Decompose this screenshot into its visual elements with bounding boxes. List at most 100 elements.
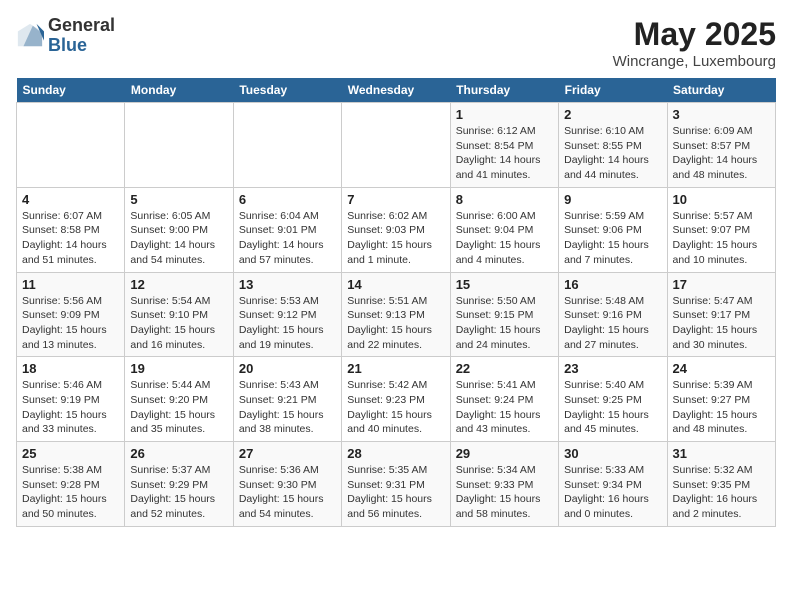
month-title: May 2025 [613, 16, 776, 53]
logo-general: General [48, 16, 115, 36]
day-info: Sunrise: 5:56 AM Sunset: 9:09 PM Dayligh… [22, 294, 119, 353]
calendar-table: SundayMondayTuesdayWednesdayThursdayFrid… [16, 78, 776, 527]
week-row-3: 11Sunrise: 5:56 AM Sunset: 9:09 PM Dayli… [17, 272, 776, 357]
day-cell: 19 Sunrise: 5:44 AM Sunset: 9:20 PM Dayli… [125, 357, 233, 442]
day-info: Sunrise: 6:12 AM Sunset: 8:54 PM Dayligh… [456, 124, 553, 183]
day-number: 17 [673, 277, 770, 292]
day-info: Sunrise: 5:43 AM Sunset: 9:21 PM Dayligh… [239, 378, 336, 437]
day-cell: 22 Sunrise: 5:41 AM Sunset: 9:24 PM Dayli… [450, 357, 558, 442]
header-thursday: Thursday [450, 78, 558, 103]
day-info: Sunrise: 5:51 AM Sunset: 9:13 PM Dayligh… [347, 294, 444, 353]
day-cell: 14 Sunrise: 5:51 AM Sunset: 9:13 PM Dayli… [342, 272, 450, 357]
day-number: 6 [239, 192, 336, 207]
week-row-2: 4Sunrise: 6:07 AM Sunset: 8:58 PM Daylig… [17, 187, 776, 272]
day-number: 8 [456, 192, 553, 207]
day-number: 23 [564, 361, 661, 376]
day-number: 31 [673, 446, 770, 461]
day-number: 24 [673, 361, 770, 376]
day-info: Sunrise: 5:32 AM Sunset: 9:35 PM Dayligh… [673, 463, 770, 522]
location: Wincrange, Luxembourg [613, 53, 776, 70]
day-number: 5 [130, 192, 227, 207]
day-number: 19 [130, 361, 227, 376]
day-cell: 2 Sunrise: 6:10 AM Sunset: 8:55 PM Daylig… [559, 103, 667, 188]
day-number: 9 [564, 192, 661, 207]
day-info: Sunrise: 6:10 AM Sunset: 8:55 PM Dayligh… [564, 124, 661, 183]
day-number: 14 [347, 277, 444, 292]
day-info: Sunrise: 5:46 AM Sunset: 9:19 PM Dayligh… [22, 378, 119, 437]
day-info: Sunrise: 6:02 AM Sunset: 9:03 PM Dayligh… [347, 209, 444, 268]
header-tuesday: Tuesday [233, 78, 341, 103]
day-number: 16 [564, 277, 661, 292]
day-cell: 8 Sunrise: 6:00 AM Sunset: 9:04 PM Daylig… [450, 187, 558, 272]
day-number: 29 [456, 446, 553, 461]
day-info: Sunrise: 5:57 AM Sunset: 9:07 PM Dayligh… [673, 209, 770, 268]
day-info: Sunrise: 5:44 AM Sunset: 9:20 PM Dayligh… [130, 378, 227, 437]
day-cell: 16 Sunrise: 5:48 AM Sunset: 9:16 PM Dayli… [559, 272, 667, 357]
day-cell: 18 Sunrise: 5:46 AM Sunset: 9:19 PM Dayli… [17, 357, 125, 442]
day-info: Sunrise: 6:05 AM Sunset: 9:00 PM Dayligh… [130, 209, 227, 268]
week-row-4: 18 Sunrise: 5:46 AM Sunset: 9:19 PM Dayli… [17, 357, 776, 442]
day-number: 22 [456, 361, 553, 376]
day-info: Sunrise: 5:37 AM Sunset: 9:29 PM Dayligh… [130, 463, 227, 522]
day-number: 10 [673, 192, 770, 207]
day-cell: 25Sunrise: 5:38 AM Sunset: 9:28 PM Dayli… [17, 442, 125, 527]
day-info: Sunrise: 5:48 AM Sunset: 9:16 PM Dayligh… [564, 294, 661, 353]
day-cell: 10 Sunrise: 5:57 AM Sunset: 9:07 PM Dayli… [667, 187, 775, 272]
day-cell: 12 Sunrise: 5:54 AM Sunset: 9:10 PM Dayli… [125, 272, 233, 357]
day-cell: 20 Sunrise: 5:43 AM Sunset: 9:21 PM Dayli… [233, 357, 341, 442]
day-number: 28 [347, 446, 444, 461]
day-cell [342, 103, 450, 188]
day-info: Sunrise: 6:09 AM Sunset: 8:57 PM Dayligh… [673, 124, 770, 183]
day-cell: 26 Sunrise: 5:37 AM Sunset: 9:29 PM Dayli… [125, 442, 233, 527]
day-info: Sunrise: 5:36 AM Sunset: 9:30 PM Dayligh… [239, 463, 336, 522]
week-row-5: 25Sunrise: 5:38 AM Sunset: 9:28 PM Dayli… [17, 442, 776, 527]
day-info: Sunrise: 5:47 AM Sunset: 9:17 PM Dayligh… [673, 294, 770, 353]
header-monday: Monday [125, 78, 233, 103]
day-number: 13 [239, 277, 336, 292]
day-cell [17, 103, 125, 188]
day-info: Sunrise: 5:40 AM Sunset: 9:25 PM Dayligh… [564, 378, 661, 437]
day-info: Sunrise: 6:00 AM Sunset: 9:04 PM Dayligh… [456, 209, 553, 268]
logo-icon [16, 22, 44, 50]
day-number: 20 [239, 361, 336, 376]
day-info: Sunrise: 5:42 AM Sunset: 9:23 PM Dayligh… [347, 378, 444, 437]
day-cell: 29 Sunrise: 5:34 AM Sunset: 9:33 PM Dayli… [450, 442, 558, 527]
day-info: Sunrise: 5:33 AM Sunset: 9:34 PM Dayligh… [564, 463, 661, 522]
day-cell [125, 103, 233, 188]
day-number: 7 [347, 192, 444, 207]
day-cell: 21Sunrise: 5:42 AM Sunset: 9:23 PM Dayli… [342, 357, 450, 442]
day-cell: 13Sunrise: 5:53 AM Sunset: 9:12 PM Dayli… [233, 272, 341, 357]
day-cell: 11Sunrise: 5:56 AM Sunset: 9:09 PM Dayli… [17, 272, 125, 357]
day-number: 18 [22, 361, 119, 376]
header-wednesday: Wednesday [342, 78, 450, 103]
logo-text: General Blue [48, 16, 115, 56]
header-saturday: Saturday [667, 78, 775, 103]
day-number: 4 [22, 192, 119, 207]
day-cell: 1Sunrise: 6:12 AM Sunset: 8:54 PM Daylig… [450, 103, 558, 188]
day-number: 27 [239, 446, 336, 461]
day-cell: 31 Sunrise: 5:32 AM Sunset: 9:35 PM Dayli… [667, 442, 775, 527]
day-cell: 28Sunrise: 5:35 AM Sunset: 9:31 PM Dayli… [342, 442, 450, 527]
day-cell: 5 Sunrise: 6:05 AM Sunset: 9:00 PM Daylig… [125, 187, 233, 272]
day-cell: 7 Sunrise: 6:02 AM Sunset: 9:03 PM Daylig… [342, 187, 450, 272]
header-friday: Friday [559, 78, 667, 103]
day-number: 2 [564, 107, 661, 122]
day-info: Sunrise: 6:04 AM Sunset: 9:01 PM Dayligh… [239, 209, 336, 268]
day-cell: 17 Sunrise: 5:47 AM Sunset: 9:17 PM Dayli… [667, 272, 775, 357]
page-header: General Blue May 2025 Wincrange, Luxembo… [16, 16, 776, 70]
day-info: Sunrise: 5:59 AM Sunset: 9:06 PM Dayligh… [564, 209, 661, 268]
day-cell: 9 Sunrise: 5:59 AM Sunset: 9:06 PM Daylig… [559, 187, 667, 272]
day-number: 12 [130, 277, 227, 292]
day-info: Sunrise: 5:41 AM Sunset: 9:24 PM Dayligh… [456, 378, 553, 437]
day-cell [233, 103, 341, 188]
day-number: 26 [130, 446, 227, 461]
day-number: 30 [564, 446, 661, 461]
header-row: SundayMondayTuesdayWednesdayThursdayFrid… [17, 78, 776, 103]
day-number: 3 [673, 107, 770, 122]
day-cell: 30 Sunrise: 5:33 AM Sunset: 9:34 PM Dayli… [559, 442, 667, 527]
day-info: Sunrise: 5:34 AM Sunset: 9:33 PM Dayligh… [456, 463, 553, 522]
day-cell: 4Sunrise: 6:07 AM Sunset: 8:58 PM Daylig… [17, 187, 125, 272]
day-cell: 27 Sunrise: 5:36 AM Sunset: 9:30 PM Dayli… [233, 442, 341, 527]
day-info: Sunrise: 5:38 AM Sunset: 9:28 PM Dayligh… [22, 463, 119, 522]
day-info: Sunrise: 5:54 AM Sunset: 9:10 PM Dayligh… [130, 294, 227, 353]
